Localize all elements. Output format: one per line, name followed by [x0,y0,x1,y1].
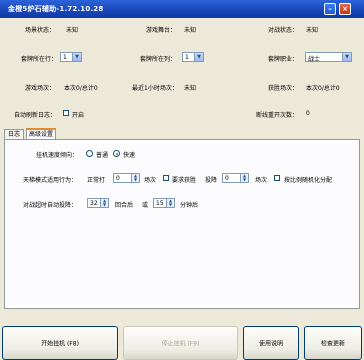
speed-normal-label: 普通 [96,152,109,159]
chevron-down-icon: ▼ [194,53,203,61]
random-allocation-checkbox[interactable] [274,175,280,181]
deck-class-value: 战士 [308,56,321,63]
random-allocation-label: 按比例随机化分配 [284,177,333,184]
deck-col-select[interactable]: 1 ▼ [182,52,204,62]
timeout-rounds-value: 32 [90,200,98,207]
speed-fast-radio[interactable] [113,150,120,157]
deck-class-select[interactable]: 战士 ▼ [305,52,352,63]
surrender-count-spinner[interactable]: 0 ▲ ▼ [222,173,249,183]
ladder-mode-value: 正常打 [87,177,106,184]
wins-value: 本次0/总计0 [306,85,340,92]
speed-fast-label: 快速 [123,152,136,159]
stop-bot-button[interactable]: 停止挂机 (F9) [123,326,238,360]
timeout-minutes-spinner[interactable]: 15 ▲ ▼ [153,198,175,208]
surrender-count-unit: 场次 [255,177,268,184]
tab-advanced-label: 高级设置 [28,131,53,138]
deck-class-label: 套牌职业： [268,56,299,63]
deck-row-select[interactable]: 1 ▼ [60,52,82,62]
auto-refresh-label: 自动刷新日志： [14,112,57,119]
check-update-label: 检查更新 [320,340,345,348]
spinner-arrows-icon[interactable]: ▲ ▼ [240,174,248,182]
timeout-rounds-spinner[interactable]: 32 ▲ ▼ [87,198,109,208]
minimize-icon[interactable]: – [324,3,336,15]
speed-label: 挂机速度倾向： [36,152,79,159]
surrender-count-value: 0 [225,175,229,182]
timeout-label: 对战超时自动投降： [23,202,78,209]
require-win-checkbox[interactable] [163,175,169,181]
deck-row-value: 1 [63,54,67,61]
title-bar: 金橙5炉石辅助-1.72.10.28 – × [0,0,364,18]
auto-refresh-on-label: 开启 [72,112,85,119]
restart-count-value: 0 [306,110,310,117]
start-bot-button[interactable]: 开始挂机 (F8) [2,326,118,360]
require-win-label: 要求获胜 [172,177,197,184]
minutes-after-label: 分钟后 [180,202,199,209]
spinner-arrows-icon[interactable]: ▲ ▼ [131,174,139,182]
arena-value: 未知 [184,27,197,34]
deck-row-label: 套牌所在行： [21,56,58,63]
close-icon[interactable]: × [339,3,351,15]
ladder-count-unit: 场次 [144,177,157,184]
ladder-count-spinner[interactable]: 0 ▲ ▼ [113,173,140,183]
surrender-label: 投降 [205,177,218,184]
games-label: 游戏场次： [25,85,56,92]
tab-log-label: 日志 [7,131,20,138]
games-value: 本次0/总计0 [64,85,98,92]
deck-col-label: 套牌所在列： [140,56,177,63]
timeout-minutes-value: 15 [156,200,164,207]
or-label: 或 [142,202,149,209]
battle-status-value: 未知 [306,27,319,34]
chevron-down-icon: ▼ [72,53,81,61]
restart-count-label: 断线重开次数： [256,112,299,119]
spinner-arrows-icon[interactable]: ▲ ▼ [166,199,174,207]
recent-games-label: 最近1小时场次： [132,85,178,92]
recent-games-value: 未知 [184,85,197,92]
tab-log[interactable]: 日志 [4,129,24,139]
spinner-arrows-icon[interactable]: ▲ ▼ [100,199,108,207]
wins-label: 获胜场次： [268,85,299,92]
help-button[interactable]: 使用说明 [243,326,299,360]
chevron-down-icon: ▼ [342,53,351,61]
deck-col-value: 1 [185,54,189,61]
help-label: 使用说明 [258,340,283,348]
scene-status-value: 未知 [66,27,79,34]
window-title: 金橙5炉石辅助-1.72.10.28 [8,5,104,13]
stop-bot-label: 停止挂机 (F9) [161,340,200,348]
speed-normal-radio[interactable] [86,150,93,157]
ladder-count-value: 0 [116,175,120,182]
check-update-button[interactable]: 检查更新 [304,326,362,360]
battle-status-label: 对战状态： [268,27,299,34]
rounds-after-label: 回合后 [115,202,134,209]
start-bot-label: 开始挂机 (F8) [41,340,79,348]
advanced-settings-panel [4,139,360,309]
ladder-behavior-label: 天梯模式适用行为： [23,177,78,184]
arena-label: 游戏舞台： [146,27,177,34]
auto-refresh-checkbox[interactable] [63,110,69,116]
tab-advanced-settings[interactable]: 高级设置 [26,128,56,139]
scene-status-label: 场景状态： [25,27,56,34]
